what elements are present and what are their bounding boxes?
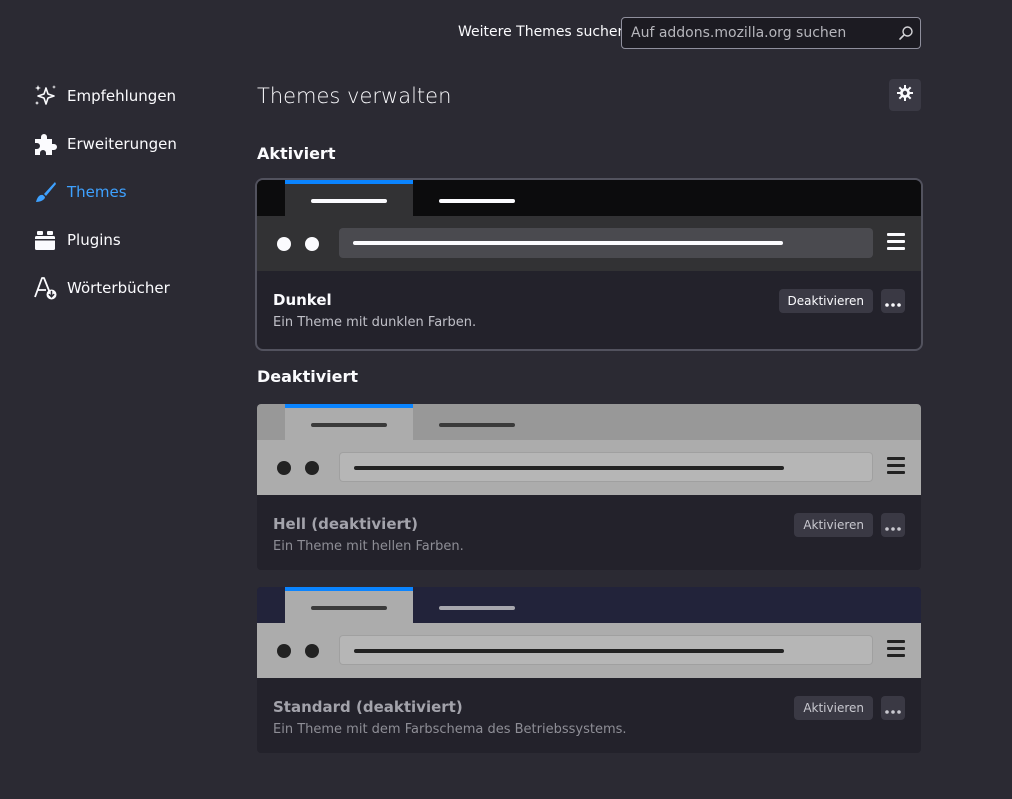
sidebar-item-label: Empfehlungen (67, 87, 177, 105)
sidebar-item-label: Themes (67, 183, 127, 201)
disable-button[interactable]: Deaktivieren (778, 289, 873, 313)
theme-preview-system[interactable] (257, 587, 921, 678)
sidebar-item-recommendations[interactable]: Empfehlungen (32, 72, 232, 120)
theme-description: Ein Theme mit dunklen Farben. (273, 315, 477, 330)
plugin-icon (32, 227, 58, 253)
section-title-disabled: Deaktiviert (257, 367, 359, 386)
more-options-button[interactable] (881, 513, 905, 537)
sidebar-item-plugins[interactable]: Plugins (32, 216, 232, 264)
theme-card-light[interactable]: Hell (deaktiviert) Ein Theme mit hellen … (257, 404, 921, 570)
settings-button[interactable] (889, 79, 921, 111)
theme-preview-dark[interactable] (257, 180, 921, 271)
search-input[interactable] (622, 18, 920, 48)
more-icon (885, 292, 901, 311)
search-label: Weitere Themes suchen (458, 24, 627, 40)
gear-icon (896, 84, 914, 106)
page-title: Themes verwalten (257, 84, 452, 108)
enable-button[interactable]: Aktivieren (794, 513, 873, 537)
sidebar-item-extensions[interactable]: Erweiterungen (32, 120, 232, 168)
sidebar-item-label: Plugins (67, 231, 121, 249)
brush-icon (32, 179, 58, 205)
sidebar-item-label: Wörterbücher (67, 279, 170, 297)
sidebar-item-themes[interactable]: Themes (32, 168, 232, 216)
theme-card-system[interactable]: Standard (deaktiviert) Ein Theme mit dem… (257, 587, 921, 753)
more-icon (885, 516, 901, 535)
theme-description: Ein Theme mit dem Farbschema des Betrieb… (273, 722, 627, 737)
puzzle-icon (32, 131, 58, 157)
dictionary-icon (32, 275, 58, 301)
search-field[interactable] (621, 17, 921, 49)
more-icon (885, 699, 901, 718)
more-options-button[interactable] (881, 289, 905, 313)
sidebar-item-label: Erweiterungen (67, 135, 177, 153)
theme-card-dark[interactable]: Dunkel Ein Theme mit dunklen Farben. Dea… (255, 178, 923, 351)
theme-description: Ein Theme mit hellen Farben. (273, 539, 464, 554)
search-icon[interactable] (898, 25, 914, 41)
more-options-button[interactable] (881, 696, 905, 720)
sparkle-icon (32, 83, 58, 109)
sidebar-item-dictionaries[interactable]: Wörterbücher (32, 264, 232, 312)
section-title-enabled: Aktiviert (257, 144, 336, 163)
enable-button[interactable]: Aktivieren (794, 696, 873, 720)
theme-preview-light[interactable] (257, 404, 921, 495)
sidebar: Empfehlungen Erweiterungen Themes Plugin… (32, 72, 232, 312)
